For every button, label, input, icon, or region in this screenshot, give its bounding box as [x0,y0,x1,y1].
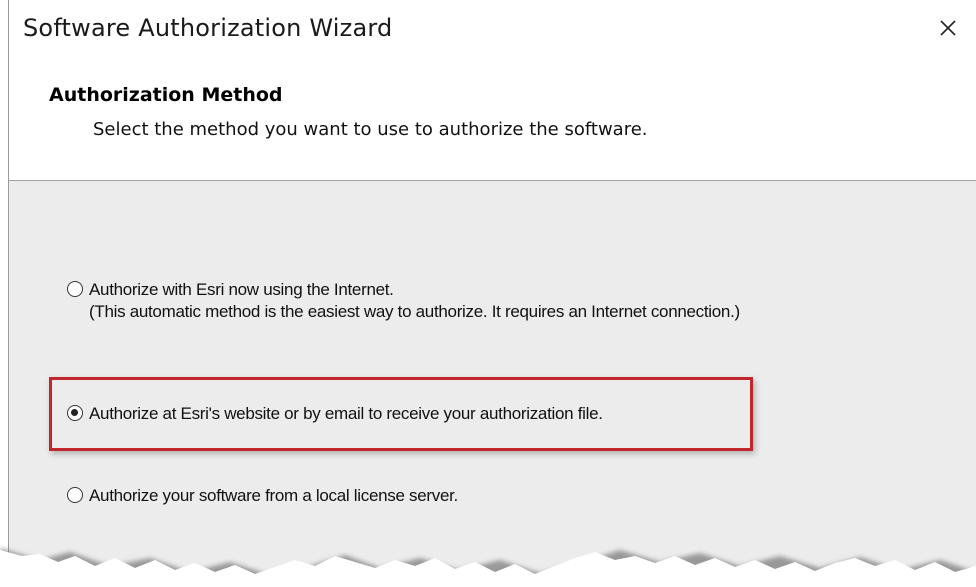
radio-license-server[interactable] [67,487,83,503]
option-internet[interactable]: Authorize with Esri now using the Intern… [67,279,740,323]
window-title: Software Authorization Wizard [23,14,393,42]
wizard-header: Authorization Method Select the method y… [9,64,976,181]
option-internet-detail: (This automatic method is the easiest wa… [89,302,740,321]
radio-internet[interactable] [67,281,83,297]
close-icon [938,18,958,38]
page-subtitle: Select the method you want to use to aut… [93,119,648,140]
wizard-window: Software Authorization Wizard Authorizat… [8,0,976,587]
option-license-server[interactable]: Authorize your software from a local lic… [67,485,458,507]
option-website-email-label: Authorize at Esri's website or by email … [89,404,603,423]
option-license-server-label: Authorize your software from a local lic… [89,486,458,505]
page-title: Authorization Method [49,84,283,106]
option-website-email[interactable]: Authorize at Esri's website or by email … [67,403,603,425]
option-internet-label: Authorize with Esri now using the Intern… [89,280,394,299]
close-button[interactable] [930,10,966,46]
options-panel: Authorize with Esri now using the Intern… [9,181,976,587]
radio-website-email[interactable] [67,405,83,421]
title-bar: Software Authorization Wizard [9,0,976,64]
